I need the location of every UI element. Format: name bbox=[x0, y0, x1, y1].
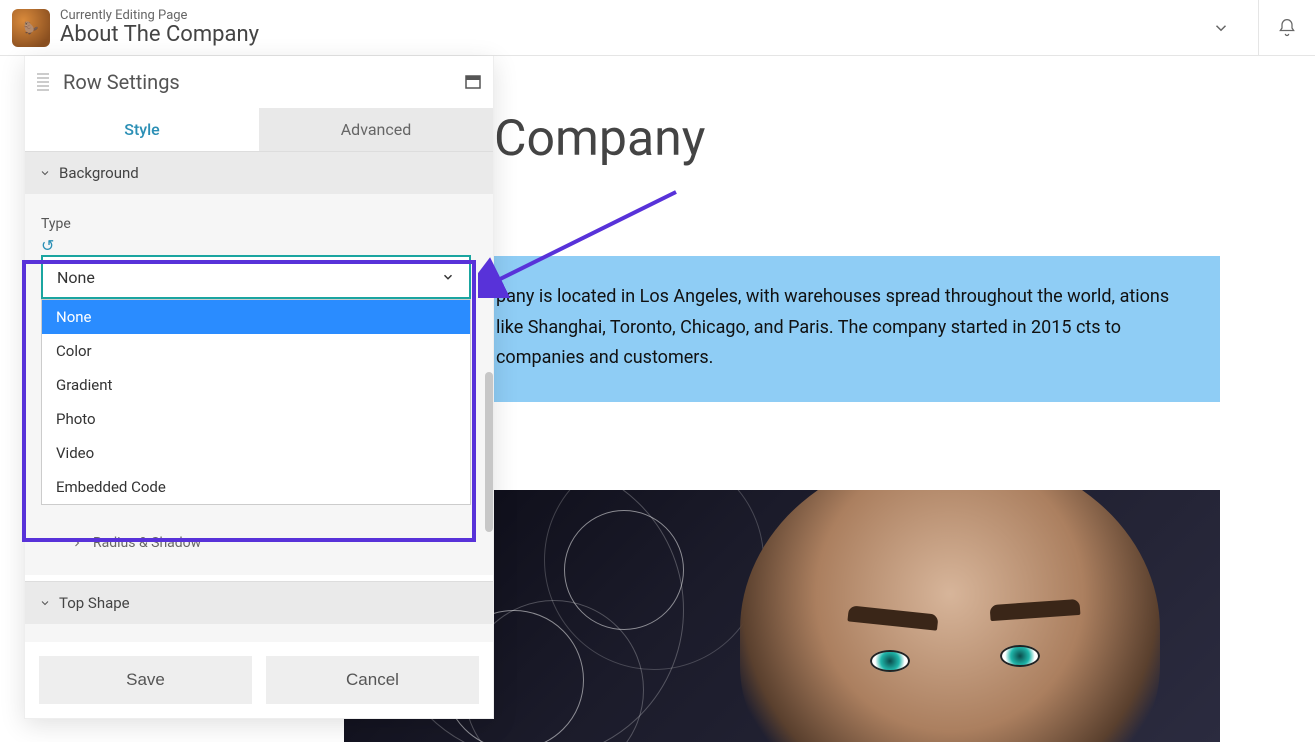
title-dropdown[interactable] bbox=[1212, 19, 1230, 37]
save-button[interactable]: Save bbox=[39, 656, 252, 704]
type-select[interactable]: None bbox=[41, 255, 471, 299]
type-option-color[interactable]: Color bbox=[42, 334, 470, 368]
page-title: About The Company bbox=[60, 23, 259, 47]
background-content: Type ↺ None None Color Gradient Photo Vi… bbox=[25, 194, 493, 575]
beaver-logo: 🦫 bbox=[12, 9, 50, 47]
type-selected-value: None bbox=[57, 268, 95, 287]
type-option-photo[interactable]: Photo bbox=[42, 402, 470, 436]
tab-advanced[interactable]: Advanced bbox=[259, 108, 493, 151]
type-dropdown: None Color Gradient Photo Video Embedded… bbox=[41, 299, 471, 505]
chevron-right-icon bbox=[71, 537, 83, 549]
notifications-icon[interactable] bbox=[1259, 0, 1315, 56]
panel-titlebar[interactable]: Row Settings bbox=[25, 56, 493, 108]
chevron-down-icon bbox=[441, 270, 455, 284]
type-label: Type bbox=[41, 216, 477, 232]
tab-style[interactable]: Style bbox=[25, 108, 259, 151]
chevron-down-icon bbox=[39, 167, 51, 179]
type-option-gradient[interactable]: Gradient bbox=[42, 368, 470, 402]
type-option-embedded[interactable]: Embedded Code bbox=[42, 470, 470, 504]
type-select-wrap: None None Color Gradient Photo Video Emb… bbox=[41, 255, 477, 299]
page-title-block[interactable]: Currently Editing Page About The Company bbox=[60, 8, 259, 47]
chevron-down-icon bbox=[39, 597, 51, 609]
section-background-label: Background bbox=[59, 164, 139, 182]
reset-icon[interactable]: ↺ bbox=[41, 236, 477, 255]
highlighted-text: pany is located in Los Angeles, with war… bbox=[496, 286, 1169, 368]
top-shape-label: Top Shape bbox=[59, 594, 130, 612]
section-background[interactable]: Background bbox=[25, 151, 493, 194]
section-top-shape[interactable]: Top Shape bbox=[25, 581, 493, 624]
panel-title: Row Settings bbox=[63, 70, 180, 94]
row-settings-panel: Row Settings Style Advanced Background T… bbox=[24, 56, 494, 719]
type-option-video[interactable]: Video bbox=[42, 436, 470, 470]
panel-tabs: Style Advanced bbox=[25, 108, 493, 151]
cancel-button[interactable]: Cancel bbox=[266, 656, 479, 704]
maximize-icon[interactable] bbox=[465, 75, 481, 89]
topbar: 🦫 Currently Editing Page About The Compa… bbox=[0, 0, 1315, 56]
panel-scrollbar[interactable] bbox=[485, 372, 493, 532]
editing-subtitle: Currently Editing Page bbox=[60, 8, 259, 23]
radius-shadow-label: Radius & Shadow bbox=[93, 535, 201, 551]
type-option-none[interactable]: None bbox=[42, 300, 470, 334]
page-heading: Company bbox=[494, 110, 705, 168]
panel-actions: Save Cancel bbox=[25, 642, 493, 718]
drag-handle-icon[interactable] bbox=[37, 73, 49, 91]
section-radius-shadow[interactable]: Radius & Shadow bbox=[41, 525, 477, 561]
